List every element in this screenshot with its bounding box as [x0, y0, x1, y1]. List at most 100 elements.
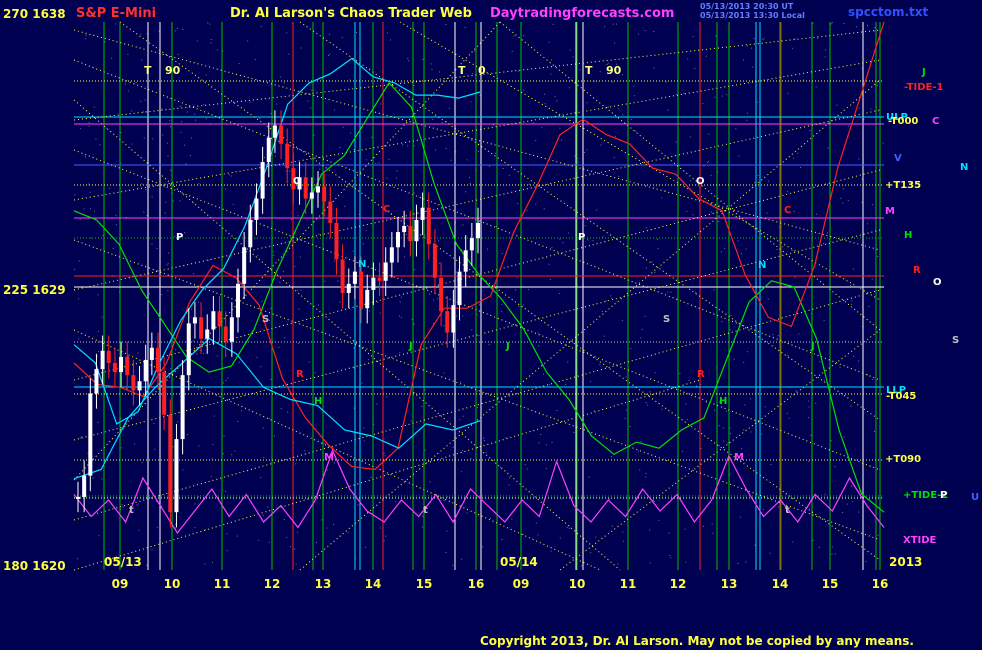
star-dot	[667, 109, 669, 111]
star-dot	[401, 316, 403, 318]
star-dot	[766, 212, 768, 214]
star-dot	[705, 55, 707, 57]
star-dot	[617, 563, 619, 565]
star-dot	[400, 296, 402, 298]
star-dot	[185, 163, 187, 165]
star-dot	[156, 526, 158, 528]
star-dot	[874, 30, 876, 32]
star-dot	[383, 453, 385, 455]
star-dot	[522, 304, 524, 306]
star-dot	[528, 183, 530, 185]
star-dot	[141, 59, 143, 61]
star-dot	[794, 38, 796, 40]
year-label: 2013	[889, 555, 922, 569]
star-dot	[754, 182, 756, 184]
star-dot	[720, 251, 722, 253]
star-dot	[283, 519, 285, 521]
star-dot	[638, 450, 640, 452]
star-dot	[752, 66, 754, 68]
star-dot	[737, 240, 739, 242]
star-dot	[679, 372, 681, 374]
star-dot	[797, 152, 799, 154]
star-dot	[831, 546, 833, 548]
price-bar	[328, 201, 333, 223]
star-dot	[300, 289, 302, 291]
star-dot	[877, 534, 879, 536]
series-line-xtide	[73, 448, 885, 535]
star-dot	[640, 337, 642, 339]
price-bar	[316, 186, 320, 193]
star-dot	[819, 361, 821, 363]
star-dot	[871, 278, 873, 280]
star-dot	[738, 155, 740, 157]
star-dot	[629, 426, 631, 428]
price-bar	[125, 356, 130, 376]
star-dot	[812, 539, 814, 541]
star-dot	[439, 262, 441, 264]
x-tick-label: 15	[416, 577, 433, 591]
star-dot	[863, 119, 865, 121]
star-dot	[205, 529, 207, 531]
price-bar	[272, 125, 277, 138]
star-dot	[270, 113, 272, 115]
star-dot	[689, 180, 691, 182]
star-dot	[618, 108, 620, 110]
star-dot	[799, 166, 801, 168]
star-dot	[851, 303, 853, 305]
star-dot	[526, 209, 528, 211]
star-dot	[535, 140, 537, 142]
price-bar	[186, 323, 191, 376]
star-dot	[559, 238, 561, 240]
chart-labels: T 90 T 0 T 90 J-TIDE-1ULP-T000 CVN+T135MHROSLLP…	[129, 64, 979, 546]
star-dot	[294, 548, 296, 550]
price-bar	[199, 317, 204, 339]
star-dot	[586, 102, 588, 104]
star-dot	[399, 301, 401, 303]
star-dot	[161, 108, 163, 110]
chart-window: 09 10 11 12 13 14 15 16 09 10 11 12 13 14 15 16 T 90 T 0 T 9…	[0, 0, 982, 650]
star-dot	[550, 59, 552, 61]
star-dot	[452, 564, 454, 566]
star-dot	[151, 196, 153, 198]
star-dot	[846, 503, 848, 505]
star-dot	[283, 271, 285, 273]
star-dot	[787, 92, 789, 94]
price-bar	[94, 369, 99, 394]
x-tick-label: 13	[721, 577, 738, 591]
star-dot	[484, 440, 486, 442]
star-dot	[560, 139, 562, 141]
star-dot	[572, 56, 574, 58]
star-dot	[711, 523, 713, 525]
star-dot	[741, 448, 743, 450]
price-bar	[389, 247, 394, 263]
star-dot	[315, 541, 317, 543]
star-dot	[639, 469, 641, 471]
star-dot	[544, 103, 546, 105]
star-dot	[489, 517, 491, 519]
star-dot	[84, 156, 86, 158]
timestamp-ut: 05/13/2013 20:30 UT	[700, 2, 794, 11]
star-dot	[459, 419, 461, 421]
star-dot	[268, 417, 270, 419]
star-dot	[834, 466, 836, 468]
left-axis-top-label: 270 1638	[3, 7, 66, 21]
star-dot	[97, 330, 99, 332]
star-dot	[428, 293, 430, 295]
price-bar	[352, 271, 357, 284]
star-dot	[160, 294, 162, 296]
star-dot	[190, 155, 192, 157]
star-dot	[839, 366, 841, 368]
data-filename: spcctom.txt	[848, 5, 928, 19]
star-dot	[548, 263, 550, 265]
star-dot	[746, 119, 748, 121]
plot-label: M	[324, 452, 334, 463]
star-dot	[502, 167, 504, 169]
star-dot	[703, 165, 705, 167]
star-dot	[283, 82, 285, 84]
star-dot	[140, 100, 142, 102]
star-dot	[270, 378, 272, 380]
star-dot	[654, 271, 656, 273]
star-dot	[568, 87, 570, 89]
star-dot	[509, 477, 511, 479]
star-dot	[445, 551, 447, 553]
